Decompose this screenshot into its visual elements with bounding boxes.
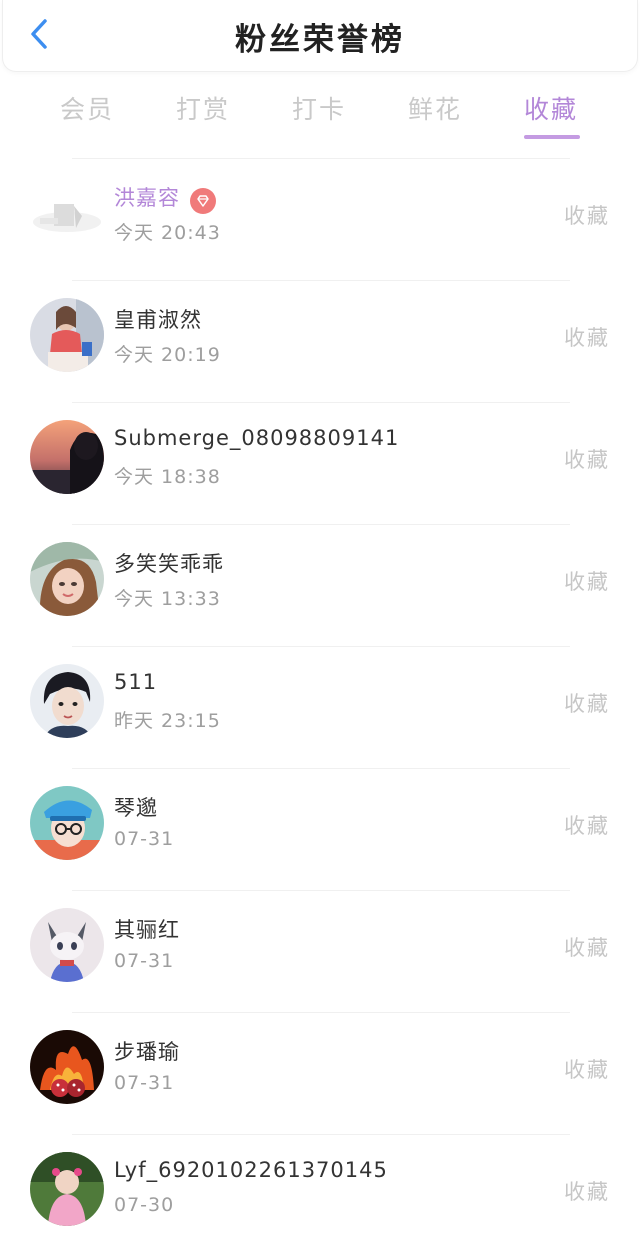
tab-reward[interactable]: 打赏 — [158, 90, 248, 126]
tab-checkin[interactable]: 打卡 — [274, 90, 364, 126]
diamond-icon — [190, 188, 216, 214]
fan-name: 多笑笑乖乖 — [114, 552, 224, 576]
list-item[interactable]: 步璠瑜 07-31 收藏 — [0, 1012, 640, 1134]
avatar[interactable] — [30, 908, 104, 982]
divider — [72, 524, 570, 525]
avatar[interactable] — [30, 1030, 104, 1104]
fan-name: 琴邈 — [114, 796, 158, 820]
avatar[interactable] — [30, 1152, 104, 1226]
list-item[interactable]: 其骊红 07-31 收藏 — [0, 890, 640, 1012]
divider — [72, 402, 570, 403]
action-label: 收藏 — [564, 814, 610, 838]
fan-name: 511 — [114, 670, 158, 694]
action-label: 收藏 — [564, 1180, 610, 1204]
action-label: 收藏 — [564, 326, 610, 350]
tab-member[interactable]: 会员 — [42, 90, 132, 126]
fans-list: 洪嘉容 今天 20:43 收藏 皇甫淑然 今天 20:19 收藏 Submerg… — [0, 158, 640, 1256]
avatar[interactable] — [30, 664, 104, 738]
fan-time: 今天 20:43 — [114, 222, 221, 244]
active-tab-indicator — [524, 135, 580, 139]
avatar[interactable] — [30, 420, 104, 494]
action-label: 收藏 — [564, 448, 610, 472]
divider — [72, 1134, 570, 1135]
list-item[interactable]: 琴邈 07-31 收藏 — [0, 768, 640, 890]
list-item[interactable]: 511 昨天 23:15 收藏 — [0, 646, 640, 768]
fan-time: 07-31 — [114, 950, 175, 972]
avatar[interactable] — [30, 786, 104, 860]
divider — [72, 1012, 570, 1013]
fan-time: 07-31 — [114, 828, 175, 850]
action-label: 收藏 — [564, 1058, 610, 1082]
fan-time: 今天 18:38 — [114, 466, 221, 488]
header-bar: 粉丝荣誉榜 — [2, 0, 638, 72]
tab-flowers[interactable]: 鲜花 — [390, 90, 480, 126]
fan-name: Submerge_08098809141 — [114, 426, 400, 450]
action-label: 收藏 — [564, 570, 610, 594]
fan-name: 其骊红 — [114, 918, 180, 942]
fan-time: 07-31 — [114, 1072, 175, 1094]
fans-honor-page: 粉丝荣誉榜 会员 打赏 打卡 鲜花 收藏 洪嘉容 今天 20:43 收藏 皇甫淑… — [0, 0, 640, 1256]
list-item[interactable]: 多笑笑乖乖 今天 13:33 收藏 — [0, 524, 640, 646]
page-title: 粉丝荣誉榜 — [235, 22, 405, 58]
fan-name: 步璠瑜 — [114, 1040, 180, 1064]
list-item[interactable]: Submerge_08098809141 今天 18:38 收藏 — [0, 402, 640, 524]
list-item[interactable]: 洪嘉容 今天 20:43 收藏 — [0, 158, 640, 280]
fan-time: 昨天 23:15 — [114, 710, 221, 732]
list-item[interactable]: Lyf_6920102261370145 07-30 收藏 — [0, 1134, 640, 1256]
fan-time: 今天 13:33 — [114, 588, 221, 610]
divider — [72, 890, 570, 891]
fan-name: 皇甫淑然 — [114, 308, 202, 332]
fan-name: Lyf_6920102261370145 — [114, 1158, 388, 1182]
tab-bar: 会员 打赏 打卡 鲜花 收藏 — [0, 80, 640, 144]
divider — [72, 280, 570, 281]
fan-name-text: 洪嘉容 — [114, 186, 180, 210]
divider — [72, 768, 570, 769]
action-label: 收藏 — [564, 692, 610, 716]
divider — [72, 646, 570, 647]
action-label: 收藏 — [564, 204, 610, 228]
avatar[interactable] — [30, 542, 104, 616]
fan-time: 今天 20:19 — [114, 344, 221, 366]
fan-time: 07-30 — [114, 1194, 175, 1216]
avatar[interactable] — [30, 298, 104, 372]
avatar[interactable] — [30, 176, 104, 250]
divider — [72, 158, 570, 159]
list-item[interactable]: 皇甫淑然 今天 20:19 收藏 — [0, 280, 640, 402]
tab-favorites[interactable]: 收藏 — [506, 90, 596, 126]
fan-name: 洪嘉容 — [114, 182, 216, 214]
action-label: 收藏 — [564, 936, 610, 960]
